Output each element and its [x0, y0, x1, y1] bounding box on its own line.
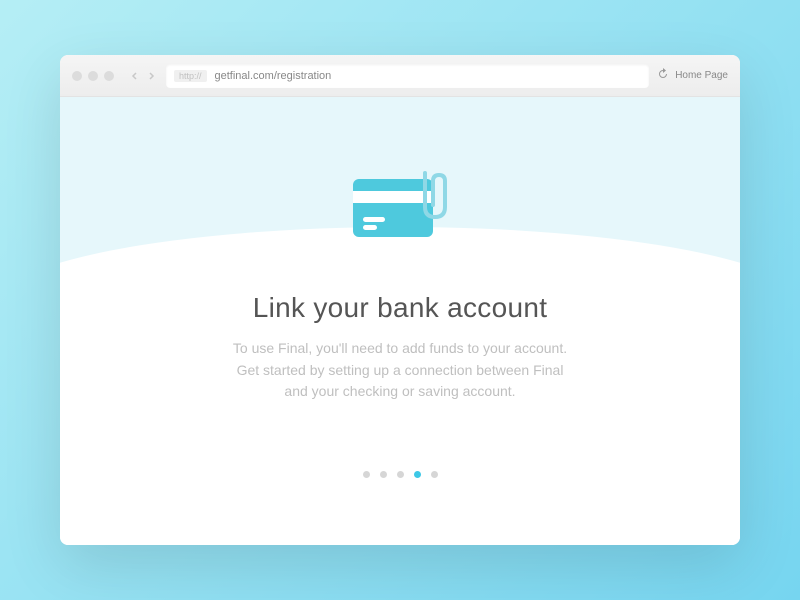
page-description: To use Final, you'll need to add funds t… [233, 338, 567, 403]
pagination-dot-5[interactable] [431, 471, 438, 478]
pagination-dot-1[interactable] [363, 471, 370, 478]
nav-arrows [128, 69, 158, 83]
bank-card-icon [345, 165, 455, 260]
close-window-button[interactable] [72, 71, 82, 81]
traffic-lights [72, 71, 114, 81]
protocol-badge: http:// [174, 70, 207, 82]
pagination-dot-3[interactable] [397, 471, 404, 478]
minimize-window-button[interactable] [88, 71, 98, 81]
description-line-1: To use Final, you'll need to add funds t… [233, 340, 567, 356]
content-area: Link your bank account To use Final, you… [60, 97, 740, 545]
description-line-3: and your checking or saving account. [284, 383, 515, 399]
pagination-dot-4[interactable] [414, 471, 421, 478]
pagination-dots [363, 471, 438, 478]
pagination-dot-2[interactable] [380, 471, 387, 478]
home-page-link[interactable]: Home Page [675, 70, 728, 81]
maximize-window-button[interactable] [104, 71, 114, 81]
address-bar[interactable]: http:// getfinal.com/registration [166, 64, 649, 88]
forward-button[interactable] [144, 69, 158, 83]
description-line-2: Get started by setting up a connection b… [237, 362, 564, 378]
page-heading: Link your bank account [253, 292, 548, 324]
url-text: getfinal.com/registration [215, 70, 332, 82]
refresh-icon[interactable] [657, 68, 669, 83]
browser-window: http:// getfinal.com/registration Home P… [60, 55, 740, 545]
browser-chrome: http:// getfinal.com/registration Home P… [60, 55, 740, 97]
back-button[interactable] [128, 69, 142, 83]
refresh-home-group: Home Page [657, 68, 728, 83]
